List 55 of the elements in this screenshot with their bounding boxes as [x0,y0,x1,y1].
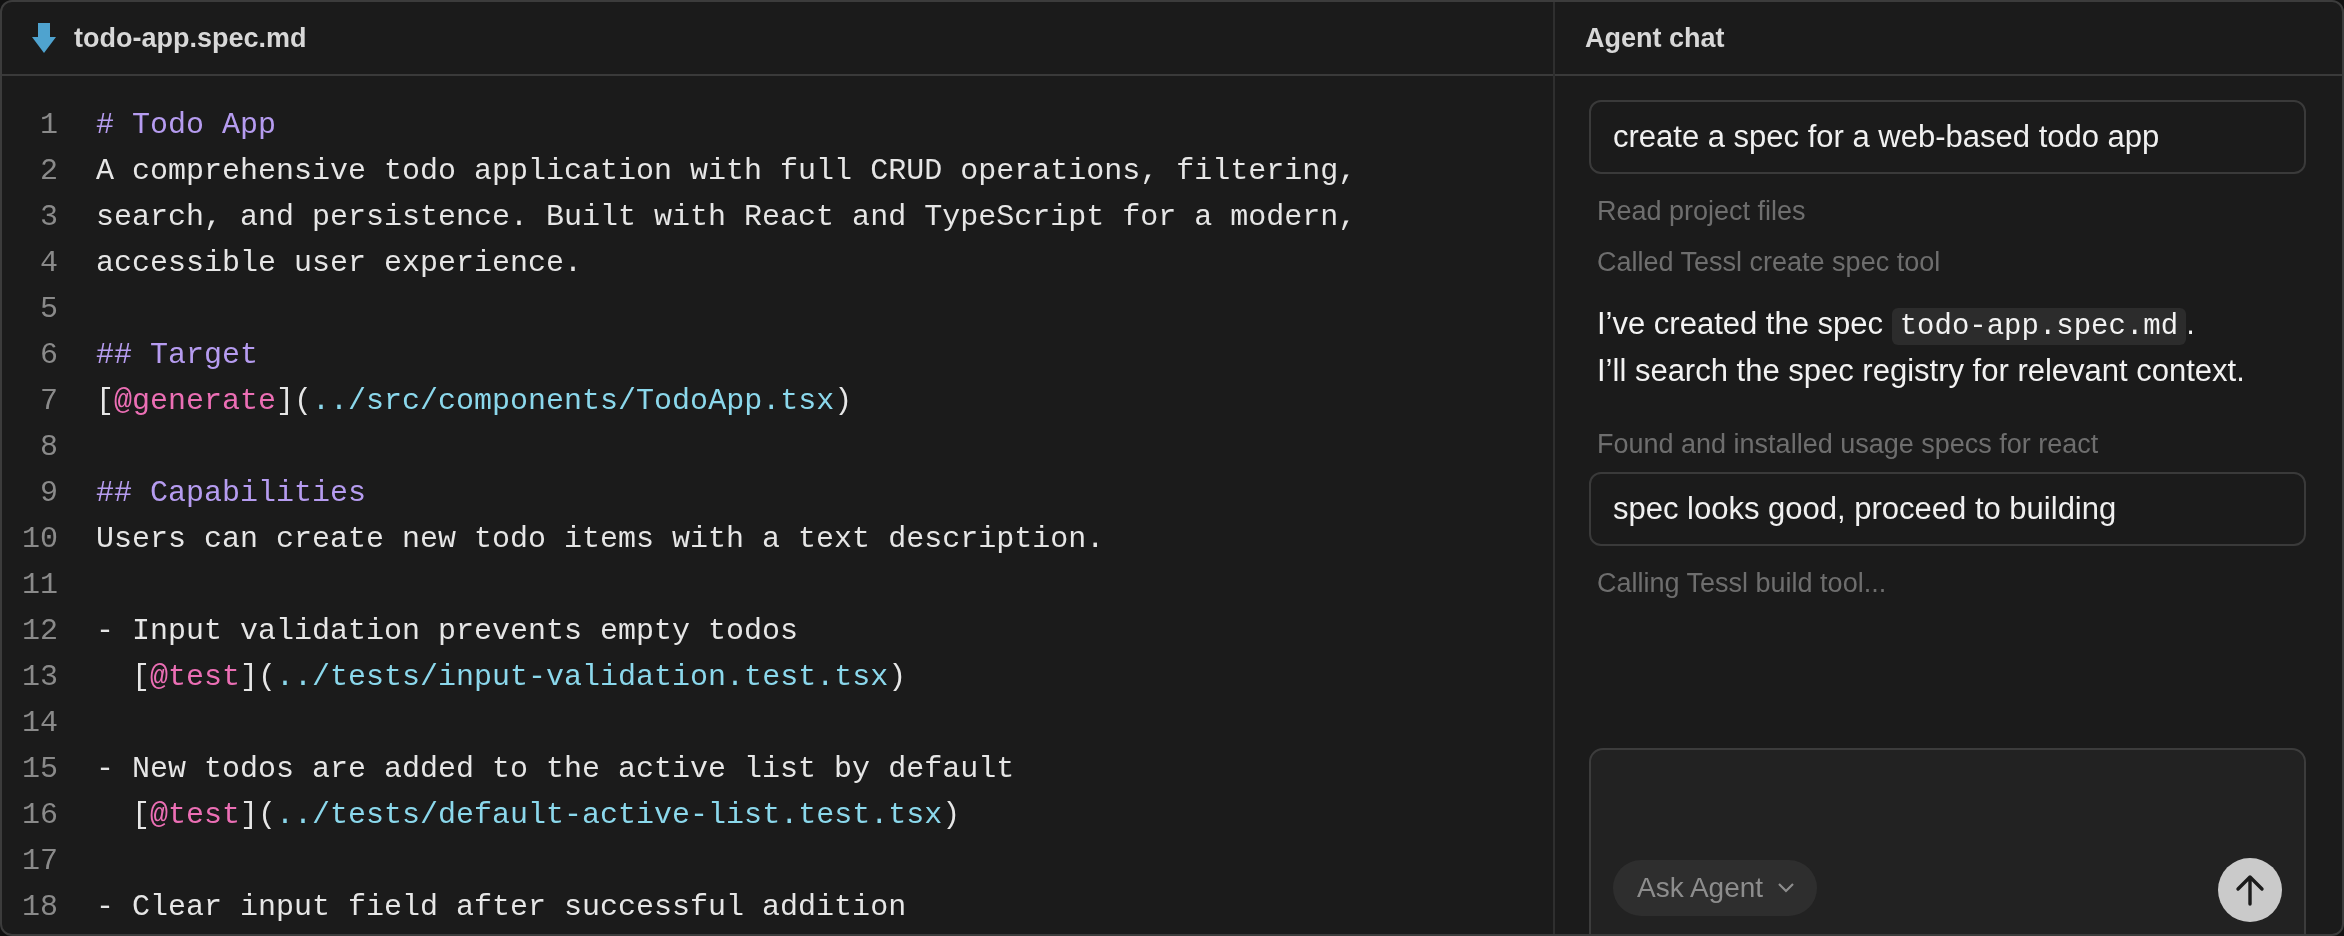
line-number: 9 [39,475,58,512]
status-text: Called Tessl create spec tool [1596,246,1942,279]
code-text: [ [131,797,150,834]
markdown-heading: # Todo App [96,107,277,144]
agent-message: I’ll search the spec registry for relevant context. [1597,352,2246,390]
up-arrow-icon [2235,874,2265,906]
code-text: ) [942,797,961,834]
mode-dropdown[interactable]: Ask Agent [1613,860,1818,916]
annotation-tag: @generate [114,378,277,424]
annotation-tag: @test [150,792,241,838]
line-number: 1 [39,107,58,144]
line-number: 12 [21,613,58,650]
user-message: spec looks good, proceed to building [1589,472,2306,546]
panel-title: Agent chat [1585,22,1725,54]
code-text: accessible user experience. [96,245,583,282]
code-text: - New todos are added to the active list by default [96,751,1015,788]
code-text: - Clear input field after successful addition [96,889,907,926]
code-text: search, and persistence. Built with React and TypeScript for a modern, [96,199,1357,236]
code-text: [ [96,383,114,420]
code-text: - Input validation prevents empty todos [96,613,799,650]
code-text: [ [131,659,150,696]
line-number: 6 [39,337,58,374]
user-message: create a spec for a web-based todo app [1589,100,2306,174]
status-text: Found and installed usage specs for react [1596,428,2100,461]
annotation-tag: @test [150,654,241,700]
line-number: 18 [21,889,58,926]
markdown-heading: ## Capabilities [96,475,367,512]
agent-message: I’ve created the spec todo-app.spec.md . [1597,305,2196,347]
code-text: Users can create new todo items with a text description. [96,521,1105,558]
line-number: 8 [39,429,58,466]
line-number: 14 [21,705,58,742]
line-number: 16 [21,797,58,834]
code-text: ) [834,383,853,420]
status-text: Read project files [1596,195,1807,228]
line-number: 11 [21,567,58,604]
line-number: 2 [39,153,58,190]
line-number: 3 [39,199,58,236]
line-number: 17 [21,843,58,880]
line-number: 4 [39,245,58,282]
line-number: 10 [21,521,58,558]
code-text: A comprehensive todo application with full CRUD operations, filtering, [96,153,1357,190]
code-text: ]( [276,383,313,420]
line-number: 5 [39,291,58,328]
message-input-field[interactable]: Ask Agent [1589,748,2306,934]
code-text: ]( [240,659,277,696]
markdown-heading: ## Target [96,337,259,374]
code-text: ) [888,659,907,696]
file-title: todo-app.spec.md [74,22,307,54]
line-number: 7 [39,383,58,420]
down-arrow-icon [32,23,56,53]
code-text: ]( [240,797,277,834]
chevron-down-icon [1777,882,1796,894]
line-number: 13 [21,659,58,696]
line-number: 15 [21,751,58,788]
status-text: Calling Tessl build tool... [1596,567,1888,600]
